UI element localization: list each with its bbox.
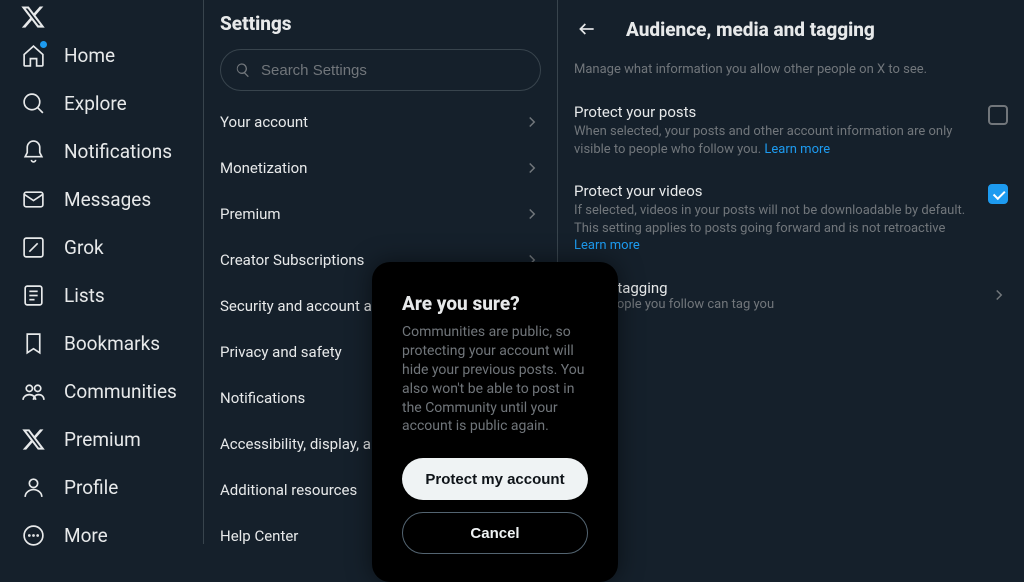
nav-label: Communities	[64, 380, 177, 403]
cancel-button[interactable]: Cancel	[402, 512, 588, 554]
protect-posts-checkbox[interactable]	[988, 105, 1008, 125]
detail-heading: Audience, media and tagging	[626, 18, 875, 41]
mail-icon	[20, 186, 46, 212]
learn-more-link[interactable]: Learn more	[764, 142, 830, 157]
settings-item-premium[interactable]: Premium	[204, 191, 557, 237]
x-logo[interactable]	[8, 4, 58, 30]
chevron-right-icon	[523, 205, 541, 223]
search-icon	[20, 90, 46, 116]
nav-grok[interactable]: Grok	[8, 224, 194, 270]
learn-more-link[interactable]: Learn more	[574, 238, 640, 253]
x-icon	[20, 426, 46, 452]
modal-body: Communities are public, so protecting yo…	[402, 323, 588, 436]
unread-dot	[40, 41, 47, 48]
setting-title: Protect your posts	[574, 103, 976, 121]
bookmark-icon	[20, 330, 46, 356]
chevron-right-icon	[990, 286, 1008, 304]
nav-profile[interactable]: Profile	[8, 464, 194, 510]
protect-account-button[interactable]: Protect my account	[402, 458, 588, 500]
setting-desc: When selected, your posts and other acco…	[574, 123, 976, 158]
home-icon	[20, 42, 46, 68]
setting-title: Photo tagging	[574, 279, 990, 297]
nav-messages[interactable]: Messages	[8, 176, 194, 222]
settings-heading: Settings	[204, 12, 557, 49]
nav-label: Home	[64, 44, 115, 67]
confirm-modal: Are you sure? Communities are public, so…	[372, 262, 618, 582]
nav-label: Grok	[64, 236, 104, 259]
communities-icon	[20, 378, 46, 404]
search-icon	[235, 62, 251, 78]
nav-label: Bookmarks	[64, 332, 160, 355]
setting-title: Protect your videos	[574, 182, 976, 200]
modal-title: Are you sure?	[402, 292, 588, 315]
chevron-right-icon	[523, 113, 541, 131]
profile-icon	[20, 474, 46, 500]
nav-premium[interactable]: Premium	[8, 416, 194, 462]
setting-protect-posts: Protect your posts When selected, your p…	[558, 93, 1024, 172]
detail-column: Audience, media and tagging Manage what …	[558, 0, 1024, 544]
nav-lists[interactable]: Lists	[8, 272, 194, 318]
nav-label: More	[64, 524, 108, 547]
nav-notifications[interactable]: Notifications	[8, 128, 194, 174]
nav-bookmarks[interactable]: Bookmarks	[8, 320, 194, 366]
nav-explore[interactable]: Explore	[8, 80, 194, 126]
search-input[interactable]	[261, 62, 526, 79]
nav-home[interactable]: Home	[8, 32, 194, 78]
protect-videos-checkbox[interactable]	[988, 184, 1008, 204]
settings-item-monetization[interactable]: Monetization	[204, 145, 557, 191]
lists-icon	[20, 282, 46, 308]
nav-label: Messages	[64, 188, 151, 211]
nav-label: Lists	[64, 284, 105, 307]
grok-icon	[20, 234, 46, 260]
back-button[interactable]	[570, 12, 604, 46]
settings-item-your-account[interactable]: Your account	[204, 99, 557, 145]
nav-communities[interactable]: Communities	[8, 368, 194, 414]
arrow-left-icon	[577, 19, 597, 39]
more-icon	[20, 522, 46, 548]
setting-desc: If selected, videos in your posts will n…	[574, 202, 976, 255]
setting-desc: Only people you follow can tag you	[574, 297, 990, 312]
primary-nav: Home Explore Notifications Messages Grok…	[0, 0, 203, 544]
nav-more[interactable]: More	[8, 512, 194, 558]
nav-label: Profile	[64, 476, 118, 499]
detail-subheading: Manage what information you allow other …	[558, 56, 1024, 93]
setting-photo-tagging[interactable]: Photo tagging Only people you follow can…	[558, 269, 1024, 326]
nav-label: Notifications	[64, 140, 172, 163]
chevron-right-icon	[523, 159, 541, 177]
bell-icon	[20, 138, 46, 164]
search-settings[interactable]	[220, 49, 541, 91]
nav-label: Premium	[64, 428, 141, 451]
setting-protect-videos: Protect your videos If selected, videos …	[558, 172, 1024, 269]
nav-label: Explore	[64, 92, 127, 115]
